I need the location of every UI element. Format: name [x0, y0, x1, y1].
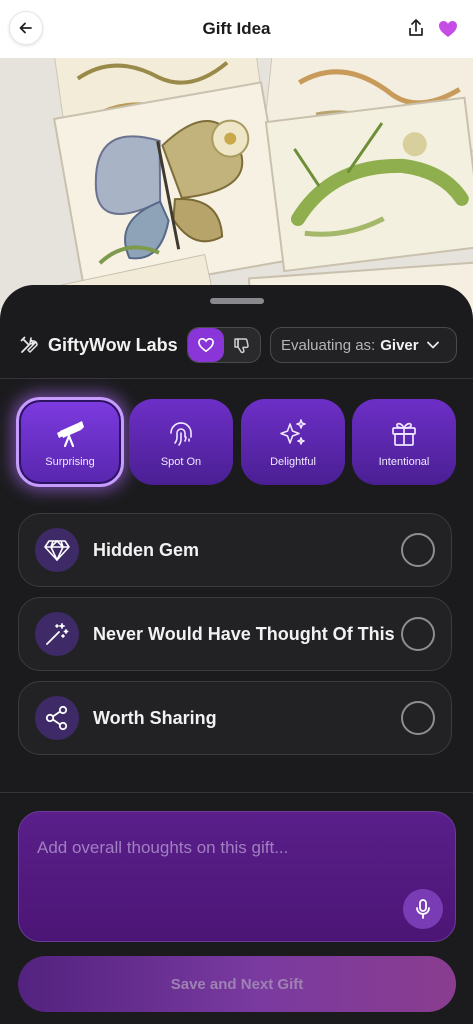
sheet-drag-handle[interactable] — [210, 298, 264, 304]
microphone-icon — [416, 899, 430, 919]
labs-name: GiftyWow Labs — [48, 334, 178, 355]
option-never-thought[interactable]: Never Would Have Thought Of This — [18, 597, 452, 671]
gift-photo — [0, 50, 473, 310]
divider — [0, 378, 473, 379]
evaluating-as-value: Giver — [380, 336, 419, 354]
vote-toggle — [187, 327, 261, 363]
fingerprint-icon — [164, 416, 198, 450]
category-delightful[interactable]: Delightful — [241, 399, 345, 485]
radio-button[interactable] — [401, 617, 435, 651]
page-title: Gift Idea — [202, 19, 271, 38]
heart-icon — [439, 21, 457, 37]
category-label: Spot On — [160, 456, 202, 468]
chevron-down-icon — [426, 341, 439, 349]
tools-icon — [18, 334, 40, 356]
gift-image — [0, 50, 473, 310]
labs-title-row: GiftyWow Labs — [18, 327, 178, 363]
category-intentional[interactable]: Intentional — [352, 399, 456, 485]
option-label: Worth Sharing — [93, 707, 217, 728]
diamond-icon — [35, 528, 79, 572]
category-surprising[interactable]: Surprising — [16, 397, 124, 487]
evaluation-sheet: GiftyWow Labs Evaluating as: Giver Surpr… — [0, 285, 473, 1024]
thumbs-down-icon — [234, 338, 249, 354]
option-worth-sharing[interactable]: Worth Sharing — [18, 681, 452, 755]
share-nodes-icon — [35, 696, 79, 740]
category-label: Surprising — [45, 456, 95, 468]
top-bar: Gift Idea — [0, 0, 473, 58]
option-label: Hidden Gem — [93, 539, 200, 560]
favorite-button[interactable] — [437, 18, 459, 40]
microphone-button[interactable] — [403, 889, 443, 929]
category-label: Intentional — [378, 456, 430, 468]
arrow-left-icon — [19, 22, 32, 34]
divider — [0, 792, 473, 793]
heart-outline-icon — [198, 337, 214, 353]
share-button[interactable] — [405, 17, 427, 39]
share-icon — [409, 19, 423, 36]
save-and-next-button[interactable]: Save and Next Gift — [18, 956, 456, 1012]
evaluating-as-label: Evaluating as: — [281, 336, 376, 354]
back-button[interactable] — [9, 11, 43, 45]
telescope-icon — [53, 416, 87, 450]
sparkles-icon — [276, 416, 310, 450]
notes-input[interactable]: Add overall thoughts on this gift... — [18, 811, 456, 942]
radio-button[interactable] — [401, 533, 435, 567]
category-label: Delightful — [270, 456, 316, 468]
save-button-label: Save and Next Gift — [170, 975, 304, 993]
option-hidden-gem[interactable]: Hidden Gem — [18, 513, 452, 587]
gift-icon — [387, 416, 421, 450]
dislike-button[interactable] — [224, 328, 260, 362]
radio-button[interactable] — [401, 701, 435, 735]
evaluating-as-select[interactable]: Evaluating as: Giver — [270, 327, 457, 363]
category-spot-on[interactable]: Spot On — [129, 399, 233, 485]
magic-wand-icon — [35, 612, 79, 656]
like-button[interactable] — [188, 328, 224, 362]
notes-placeholder: Add overall thoughts on this gift... — [37, 838, 289, 857]
option-label: Never Would Have Thought Of This — [93, 623, 395, 644]
